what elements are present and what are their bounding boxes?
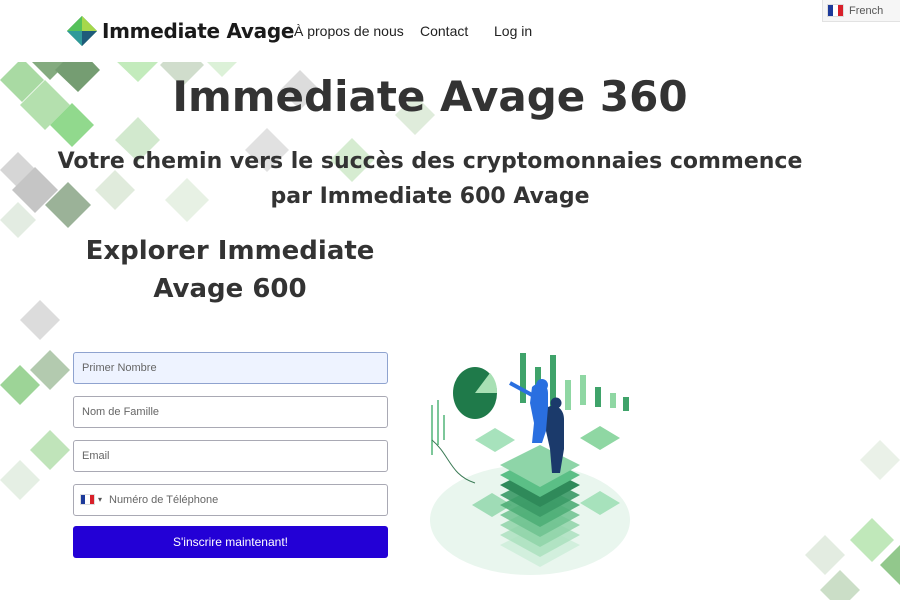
brand-logo[interactable]: Immediate Avage bbox=[66, 14, 294, 48]
phone-field[interactable] bbox=[73, 484, 388, 516]
chevron-down-icon: ▾ bbox=[98, 495, 103, 504]
language-selector[interactable]: French bbox=[822, 0, 900, 22]
phone-field-wrapper: ▾ bbox=[73, 484, 388, 516]
language-label: French bbox=[849, 4, 884, 17]
nav-link-login[interactable]: Log in bbox=[494, 23, 532, 39]
top-navigation-bar: Immediate Avage À propos de nous Contact… bbox=[0, 0, 900, 62]
explore-heading: Explorer Immediate Avage 600 bbox=[85, 236, 375, 304]
nav-link-contact[interactable]: Contact bbox=[420, 23, 468, 39]
diamond-logo-icon bbox=[67, 16, 97, 46]
signup-submit-button[interactable]: S'inscrire maintenant! bbox=[73, 526, 388, 558]
first-name-field[interactable] bbox=[73, 352, 388, 384]
signup-form: ▾ S'inscrire maintenant! bbox=[73, 352, 388, 558]
crypto-growth-illustration bbox=[420, 345, 640, 575]
country-code-selector[interactable]: ▾ bbox=[80, 494, 102, 505]
email-field[interactable] bbox=[73, 440, 388, 472]
nav-link-about[interactable]: À propos de nous bbox=[294, 23, 404, 39]
french-flag-icon bbox=[827, 4, 844, 17]
page-title: Immediate Avage 360 bbox=[172, 72, 688, 121]
last-name-field[interactable] bbox=[73, 396, 388, 428]
brand-name: Immediate Avage bbox=[102, 19, 295, 43]
french-flag-icon bbox=[80, 494, 95, 505]
page-subtitle: Votre chemin vers le succès des cryptomo… bbox=[57, 149, 803, 209]
